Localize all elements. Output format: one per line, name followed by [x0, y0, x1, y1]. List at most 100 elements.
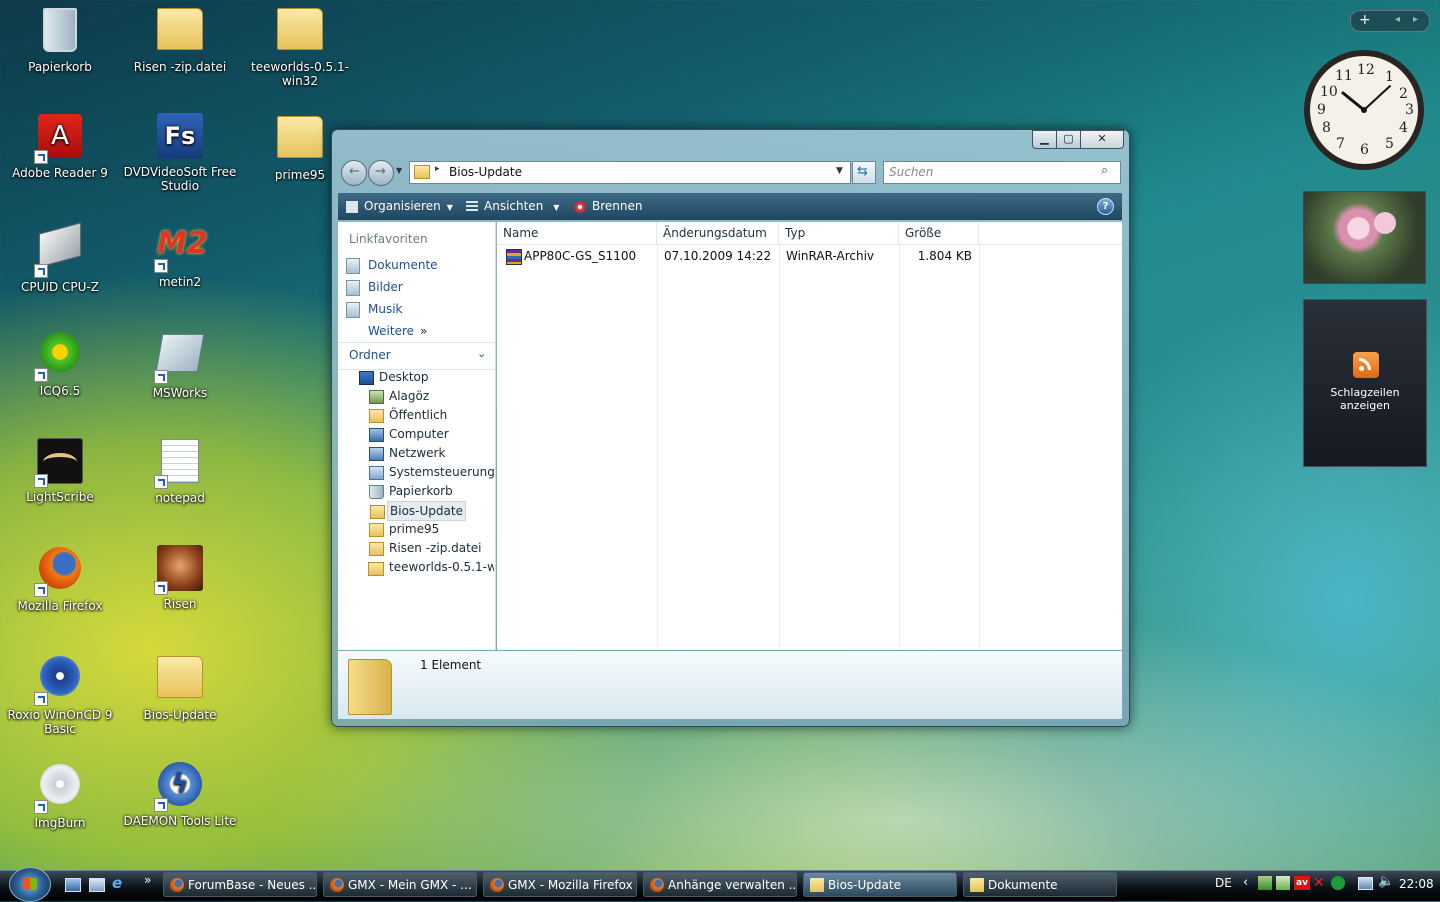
taskbar-button-active[interactable]: Bios-Update	[803, 872, 957, 897]
column-header-label: Größe	[905, 226, 942, 240]
close-button[interactable]: ✕	[1080, 130, 1124, 149]
close-icon: ✕	[1097, 132, 1107, 145]
views-button[interactable]: Ansichten ▼	[466, 193, 559, 220]
recent-pages-dropdown-icon[interactable]: ▼	[396, 166, 402, 175]
taskbar-button-label: Dokumente	[988, 878, 1058, 892]
update-tray-icon[interactable]	[1331, 876, 1345, 890]
favorite-link-music[interactable]: Musik	[346, 300, 403, 318]
desktop-icon-teeworlds[interactable]: teeworlds-0.5.1-win32	[242, 4, 358, 88]
favorite-link-pictures[interactable]: Bilder	[346, 278, 403, 296]
organize-label: Organisieren	[364, 199, 441, 213]
slideshow-gadget[interactable]	[1303, 191, 1426, 284]
desktop-icon-risen-zip[interactable]: Risen -zip.datei	[122, 4, 238, 74]
favorite-link-documents[interactable]: Dokumente	[346, 256, 438, 274]
desktop-icon-metin2[interactable]: M2 metin2	[122, 220, 238, 289]
table-row[interactable]: APP80C-GS_S1100 07.10.2009 14:22 WinRAR-…	[497, 246, 979, 266]
desktop-icon-adobe-reader[interactable]: A Adobe Reader 9	[2, 112, 118, 180]
column-header-size[interactable]: Größe	[899, 222, 979, 244]
quicklaunch-more-icon[interactable]: »	[144, 873, 151, 887]
file-list: Name Änderungsdatum Typ Größe APP80C-GS_…	[497, 222, 1122, 650]
desktop-icon-firefox[interactable]: Mozilla Firefox	[2, 544, 118, 613]
desktop-icon-label: teeworlds-0.5.1-win32	[251, 60, 349, 88]
tree-item-desktop[interactable]: Desktop	[359, 368, 429, 386]
next-page-icon[interactable]: ▸	[1413, 14, 1418, 25]
desktop-icon-roxio[interactable]: Roxio WinOnCD 9 Basic	[2, 652, 118, 736]
refresh-button[interactable]: ⇆	[852, 161, 876, 184]
show-desktop-icon[interactable]	[65, 878, 81, 892]
folder-icon	[369, 542, 384, 556]
search-box[interactable]: Suchen ⌕	[883, 161, 1121, 184]
organize-button[interactable]: Organisieren ▼	[346, 193, 453, 220]
language-indicator[interactable]: DE	[1215, 876, 1232, 890]
tray-app-icon[interactable]	[1276, 876, 1290, 890]
taskbar-button[interactable]: GMX - Mozilla Firefox	[483, 872, 637, 897]
back-button[interactable]: ←	[341, 160, 367, 186]
column-header-name[interactable]: Name	[497, 222, 657, 244]
desktop-icon-label: metin2	[158, 275, 202, 289]
taskbar-button[interactable]: GMX - Mein GMX - ...	[323, 872, 477, 897]
error-tray-icon[interactable]: ✕	[1313, 876, 1327, 890]
tray-app-icon[interactable]	[1258, 876, 1272, 890]
tree-item-recycle-bin[interactable]: Papierkorb	[369, 482, 453, 500]
address-bar[interactable]: ▸ Bios-Update ▼	[409, 161, 851, 184]
tree-item-public[interactable]: Öffentlich	[369, 406, 447, 424]
column-header-date[interactable]: Änderungsdatum	[657, 222, 779, 244]
tree-item-computer[interactable]: Computer	[369, 425, 449, 443]
desktop-icon-risen[interactable]: Risen	[122, 544, 238, 611]
desktop-icon-cpuz[interactable]: CPUID CPU-Z	[2, 220, 118, 294]
start-button[interactable]	[9, 867, 51, 902]
volume-icon[interactable]: 🔈	[1378, 874, 1394, 889]
desktop-icon-icq[interactable]: ICQ6.5	[2, 328, 118, 398]
tree-item-teeworlds[interactable]: teeworlds-0.5.1-win	[389, 558, 494, 576]
tree-item-control-panel[interactable]: Systemsteuerung	[369, 463, 495, 481]
column-header-label: Typ	[785, 226, 806, 240]
tree-item-network[interactable]: Netzwerk	[369, 444, 445, 462]
folders-header[interactable]: Ordner ⌄	[338, 342, 495, 370]
antivirus-tray-icon[interactable]: av	[1294, 876, 1310, 890]
column-header-type[interactable]: Typ	[779, 222, 899, 244]
burn-button[interactable]: Brennen	[574, 193, 642, 220]
clock-time[interactable]: 22:08	[1399, 877, 1434, 891]
network-tray-icon[interactable]	[1358, 877, 1373, 890]
feed-headlines-label[interactable]: Schlagzeilen anzeigen	[1304, 386, 1426, 412]
desktop-icon-notepad[interactable]: notepad	[122, 436, 238, 505]
tree-item-bios-update-selected[interactable]: Bios-Update	[370, 501, 466, 521]
desktop-icon-lightscribe[interactable]: LightScribe	[2, 436, 118, 504]
tree-item-risen-zip[interactable]: Risen -zip.datei	[369, 539, 482, 557]
add-gadget-icon[interactable]: +	[1359, 12, 1371, 28]
desktop-icon-bios-update[interactable]: Bios-Update	[122, 652, 238, 722]
address-path[interactable]: Bios-Update	[449, 165, 522, 179]
maximize-icon: ▢	[1063, 132, 1074, 145]
desktop-icon-daemon-tools[interactable]: ϟ DAEMON Tools Lite	[122, 760, 238, 828]
tree-item-prime95[interactable]: prime95	[369, 520, 439, 538]
desktop-icon-imgburn[interactable]: ImgBurn	[2, 760, 118, 830]
taskbar-button[interactable]: Anhänge verwalten ...	[643, 872, 797, 897]
switch-windows-icon[interactable]	[89, 878, 105, 892]
more-links[interactable]: Weitere »	[368, 322, 427, 340]
minimize-button[interactable]: ▁	[1032, 130, 1057, 149]
favorite-link-label: Musik	[368, 302, 403, 316]
firefox-icon	[34, 547, 84, 597]
maximize-button[interactable]: ▢	[1056, 130, 1081, 149]
clock-gadget[interactable]: 12 1 2 3 4 5 6 7 8 9 10 11	[1302, 48, 1426, 172]
clock-numeral: 8	[1322, 120, 1331, 136]
help-button[interactable]: ?	[1097, 198, 1114, 215]
sidebar-controls: + ◂ ▸	[1350, 10, 1430, 32]
chevron-down-icon: ⌄	[477, 347, 487, 360]
burn-disc-icon	[574, 200, 586, 213]
desktop-icon-msworks[interactable]: MSWorks	[122, 328, 238, 400]
taskbar-button[interactable]: ForumBase - Neues ...	[163, 872, 317, 897]
show-hidden-icons-icon[interactable]: ‹	[1243, 875, 1248, 890]
breadcrumb-arrow-icon[interactable]: ▸	[435, 164, 440, 174]
desktop-icon-recycle-bin[interactable]: Papierkorb	[2, 4, 118, 74]
tree-item-user[interactable]: Alagöz	[369, 387, 429, 405]
forward-button[interactable]: →	[368, 160, 394, 186]
feed-headlines-gadget[interactable]: Schlagzeilen anzeigen	[1303, 299, 1427, 467]
internet-explorer-icon[interactable]: e	[112, 876, 127, 891]
previous-page-icon[interactable]: ◂	[1395, 14, 1400, 25]
tree-item-label: Systemsteuerung	[389, 465, 495, 479]
taskbar-button[interactable]: Dokumente	[963, 872, 1117, 897]
address-dropdown-icon[interactable]: ▼	[836, 166, 843, 176]
search-icon[interactable]: ⌕	[1101, 163, 1108, 178]
desktop-icon-dvdvideosoft[interactable]: Fs DVDVideoSoft Free Studio	[122, 112, 238, 193]
